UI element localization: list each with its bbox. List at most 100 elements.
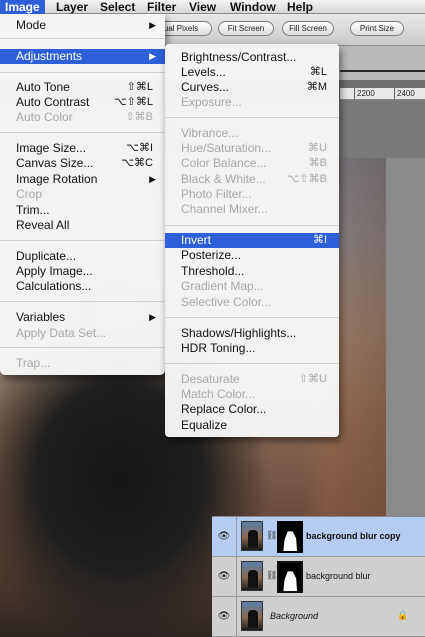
menu-item-brightness-contrast[interactable]: Brightness/Contrast... — [165, 50, 339, 65]
menu-item-threshold[interactable]: Threshold... — [165, 264, 339, 279]
divider — [236, 517, 237, 557]
divider — [236, 557, 237, 597]
shortcut: ⌥⌘I — [126, 142, 153, 154]
ruler-label: 2400 — [397, 89, 415, 98]
print-size-button[interactable]: Print Size — [350, 21, 404, 36]
menu-item-label: Vibrance... — [181, 126, 239, 140]
menu-item-curves[interactable]: Curves... ⌘M — [165, 80, 339, 95]
menu-window[interactable]: Window — [225, 0, 281, 14]
menu-item-label: Curves... — [181, 80, 230, 94]
menu-item-reveal-all[interactable]: Reveal All — [0, 218, 165, 233]
menu-item-calculations[interactable]: Calculations... — [0, 279, 165, 294]
menu-item-auto-tone[interactable]: Auto Tone ⇧⌘L — [0, 80, 165, 95]
menu-item-crop: Crop — [0, 187, 165, 202]
shortcut: ⌘I — [312, 234, 327, 246]
horizontal-ruler: 2200 2400 — [340, 88, 425, 100]
layer-name: background blur — [306, 571, 371, 581]
menu-item-label: Threshold... — [181, 264, 245, 278]
menu-item-label: Gradient Map... — [181, 279, 264, 293]
submenu-arrow-icon: ▶ — [149, 312, 156, 322]
link-icon[interactable]: ⛓ — [266, 530, 277, 542]
menu-item-auto-contrast[interactable]: Auto Contrast ⌥⇧⌘L — [0, 95, 165, 110]
menu-item-hue-saturation: Hue/Saturation... ⌘U — [165, 141, 339, 156]
menu-item-label: Reveal All — [16, 218, 70, 232]
ruler-tick — [394, 88, 395, 100]
layer-mask-thumbnail[interactable] — [277, 521, 303, 553]
shortcut: ⇧⌘L — [126, 81, 153, 93]
menu-item-label: Channel Mixer... — [181, 202, 268, 216]
menu-item-shadows-highlights[interactable]: Shadows/Highlights... — [165, 326, 339, 341]
eye-icon[interactable]: 👁 — [217, 530, 231, 544]
menu-item-label: Selective Color... — [181, 295, 272, 309]
menu-select[interactable]: Select — [95, 0, 140, 14]
layers-panel: 👁 ⛓ background blur copy 👁 ⛓ background … — [212, 516, 425, 637]
submenu-arrow-icon: ▶ — [149, 51, 156, 61]
canvas-pasteboard — [386, 158, 425, 517]
adjustments-submenu: Brightness/Contrast... Levels... ⌘L Curv… — [165, 44, 339, 437]
layer-mask-thumbnail[interactable] — [277, 561, 303, 593]
menu-item-posterize[interactable]: Posterize... — [165, 248, 339, 263]
menu-item-label: Match Color... — [181, 387, 256, 401]
shortcut: ⇧⌘B — [125, 111, 153, 123]
eye-icon[interactable]: 👁 — [217, 610, 231, 624]
menu-item-levels[interactable]: Levels... ⌘L — [165, 65, 339, 80]
layer-row-background-blur[interactable]: 👁 ⛓ background blur — [212, 557, 425, 597]
menu-item-canvas-size[interactable]: Canvas Size... ⌥⌘C — [0, 156, 165, 171]
menu-filter[interactable]: Filter — [142, 0, 181, 14]
menu-separator — [0, 240, 165, 241]
layer-name: background blur copy — [306, 531, 401, 541]
link-icon[interactable]: ⛓ — [266, 570, 277, 582]
layer-row-background[interactable]: 👁 Background 🔒 — [212, 597, 425, 637]
menu-item-label: Trim... — [16, 203, 50, 217]
menu-item-hdr-toning[interactable]: HDR Toning... — [165, 341, 339, 356]
menu-item-label: Shadows/Highlights... — [181, 326, 297, 340]
menu-item-label: Desaturate — [181, 372, 240, 386]
menu-item-label: Brightness/Contrast... — [181, 50, 297, 64]
zoom-slider-track[interactable] — [340, 70, 425, 72]
shortcut: ⌘B — [308, 157, 327, 169]
lock-icon: 🔒 — [397, 610, 409, 620]
menu-item-adjustments[interactable]: Adjustments ▶ — [0, 49, 165, 64]
shortcut: ⌘M — [306, 81, 327, 93]
submenu-arrow-icon: ▶ — [149, 20, 156, 30]
menu-item-color-balance: Color Balance... ⌘B — [165, 156, 339, 171]
menu-separator — [0, 347, 165, 348]
menu-item-label: Image Size... — [16, 141, 87, 155]
menu-item-label: Posterize... — [181, 248, 242, 262]
menu-item-label: Color Balance... — [181, 156, 267, 170]
layer-thumbnail — [241, 521, 263, 551]
menu-item-equalize[interactable]: Equalize — [165, 418, 339, 433]
shortcut: ⇧⌘U — [298, 373, 327, 385]
menu-layer[interactable]: Layer — [51, 0, 93, 14]
menu-item-duplicate[interactable]: Duplicate... — [0, 249, 165, 264]
menu-item-apply-image[interactable]: Apply Image... — [0, 264, 165, 279]
menu-item-variables[interactable]: Variables ▶ — [0, 310, 165, 325]
menu-item-channel-mixer: Channel Mixer... — [165, 202, 339, 217]
menu-help[interactable]: Help — [282, 0, 318, 14]
menu-item-image-rotation[interactable]: Image Rotation ▶ — [0, 172, 165, 187]
fill-screen-button[interactable]: Fill Screen — [282, 21, 334, 36]
layer-row-background-blur-copy[interactable]: 👁 ⛓ background blur copy — [212, 517, 425, 557]
menu-item-auto-color: Auto Color ⇧⌘B — [0, 110, 165, 125]
shortcut: ⌘U — [308, 142, 327, 154]
menu-bar: Image Layer Select Filter View Window He… — [0, 0, 425, 14]
menu-item-invert[interactable]: Invert ⌘I — [165, 233, 339, 248]
menu-item-mode[interactable]: Mode ▶ — [0, 18, 165, 33]
menu-item-label: Trap... — [16, 356, 51, 370]
menu-item-label: Black & White... — [181, 172, 266, 186]
menu-item-black-white: Black & White... ⌥⇧⌘B — [165, 172, 339, 187]
menu-item-trap: Trap... — [0, 356, 165, 371]
fit-screen-button[interactable]: Fit Screen — [218, 21, 274, 36]
menu-image[interactable]: Image — [0, 0, 45, 14]
menu-item-label: HDR Toning... — [181, 341, 256, 355]
menu-item-label: Exposure... — [181, 95, 242, 109]
menu-item-replace-color[interactable]: Replace Color... — [165, 402, 339, 417]
menu-item-label: Canvas Size... — [16, 156, 94, 170]
menu-item-image-size[interactable]: Image Size... ⌥⌘I — [0, 141, 165, 156]
shortcut: ⌥⇧⌘B — [286, 173, 327, 185]
menu-item-label: Duplicate... — [16, 249, 77, 263]
menu-item-trim[interactable]: Trim... — [0, 203, 165, 218]
menu-view[interactable]: View — [184, 0, 221, 14]
image-menu: Mode ▶ Adjustments ▶ Auto Tone ⇧⌘L Auto … — [0, 14, 165, 375]
eye-icon[interactable]: 👁 — [217, 570, 231, 584]
